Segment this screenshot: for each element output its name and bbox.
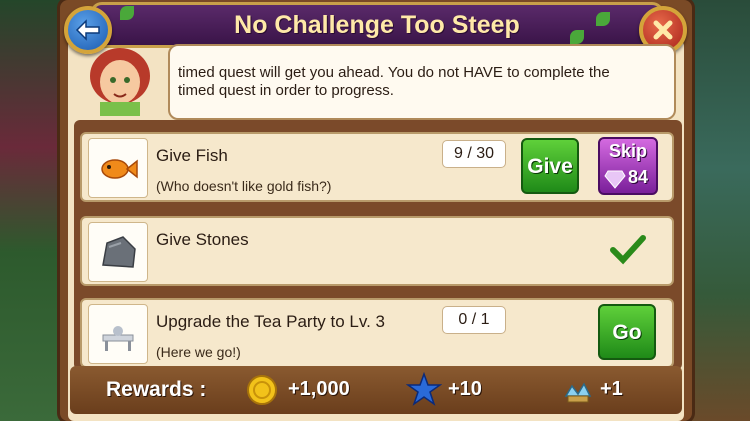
dialogue-text: timed quest will get you ahead. You do n… bbox=[178, 64, 668, 100]
go-button[interactable]: Go bbox=[598, 304, 656, 360]
stars-reward: +10 bbox=[448, 378, 482, 400]
rewards-label: Rewards : bbox=[106, 378, 207, 401]
gem-icon bbox=[604, 170, 626, 189]
vine-leaf-decoration bbox=[570, 30, 584, 44]
skip-cost: 84 bbox=[628, 167, 649, 187]
task-progress: 0 / 1 bbox=[442, 306, 506, 334]
skip-button[interactable]: Skip 84 bbox=[598, 137, 658, 195]
coin-icon bbox=[247, 375, 277, 405]
task-title: Give Fish bbox=[156, 146, 228, 165]
item-reward: +1 bbox=[600, 378, 623, 400]
checkmark-icon bbox=[610, 235, 646, 265]
task-progress: 9 / 30 bbox=[442, 140, 506, 168]
task-row-give-stones: Give Stones bbox=[80, 216, 674, 286]
goldfish-icon bbox=[101, 159, 138, 179]
vine-leaf-decoration bbox=[596, 12, 610, 26]
skip-label: Skip bbox=[608, 141, 647, 161]
back-arrow-icon bbox=[75, 19, 100, 41]
task-title: Give Stones bbox=[156, 230, 249, 249]
gem-pile-icon bbox=[564, 382, 592, 403]
task-icon-box bbox=[88, 222, 148, 282]
task-icon-box bbox=[88, 304, 148, 364]
tea-party-icon bbox=[102, 326, 134, 351]
task-title: Upgrade the Tea Party to Lv. 3 bbox=[156, 312, 386, 331]
task-subtitle: (Here we go!) bbox=[156, 344, 241, 360]
vine-leaf-decoration bbox=[120, 6, 134, 20]
character-avatar bbox=[80, 46, 160, 116]
task-subtitle: (Who doesn't like gold fish?) bbox=[156, 178, 332, 194]
stone-icon bbox=[102, 236, 136, 268]
give-button[interactable]: Give bbox=[521, 138, 579, 194]
dialogue-line-1: timed quest will get you ahead. You do n… bbox=[178, 64, 610, 81]
star-icon bbox=[406, 372, 442, 406]
task-row-upgrade-tea-party: Upgrade the Tea Party to Lv. 3 (Here we … bbox=[80, 298, 674, 368]
task-row-give-fish: Give Fish (Who doesn't like gold fish?) … bbox=[80, 132, 674, 202]
dialogue-line-2: timed quest in order to progress. bbox=[178, 82, 394, 99]
coins-reward: +1,000 bbox=[288, 378, 350, 400]
task-icon-box bbox=[88, 138, 148, 198]
close-icon bbox=[653, 20, 673, 40]
